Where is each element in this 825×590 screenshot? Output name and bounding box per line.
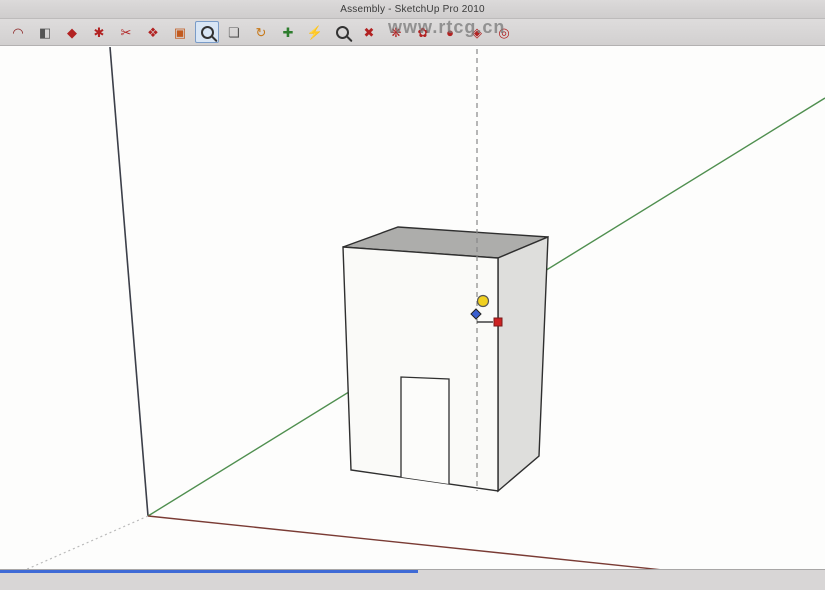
delete-tool-glyph: ✖ [364, 26, 375, 39]
label-tool-icon[interactable]: ❏ [222, 21, 246, 43]
move-tool-glyph: ✚ [283, 26, 294, 39]
magnifier-icon [336, 26, 349, 39]
section-tool-icon[interactable]: ◈ [465, 21, 489, 43]
negative-axis-dotted [0, 516, 148, 570]
toolbar: ◠ ◧ ◆ ✱ ✂ ❖ ▣ ❏ ↻ ✚ ⚡ ✖ ❋ ✿ ● ◈ ◎ [0, 19, 825, 46]
move-tool-icon[interactable]: ✚ [276, 21, 300, 43]
rotate-tool-icon[interactable]: ✱ [87, 21, 111, 43]
door-opening[interactable] [401, 377, 449, 484]
style-tool-icon[interactable]: ● [438, 21, 462, 43]
sketchup-window: Assembly - SketchUp Pro 2010 ◠ ◧ ◆ ✱ ✂ ❖ ▣ ❏ ↻ ✚ ⚡… [0, 0, 825, 590]
cut-tool-glyph: ✂ [121, 26, 132, 39]
offset-tool-glyph: ❖ [147, 26, 159, 39]
viewport-canvas[interactable] [0, 47, 825, 570]
delete-tool-icon[interactable]: ✖ [357, 21, 381, 43]
follow-me-tool-icon[interactable]: ⚡ [303, 21, 327, 43]
materials-tool-icon[interactable]: ✿ [411, 21, 435, 43]
cursor-yellow-circle-icon [478, 296, 489, 307]
magnifier-icon [201, 26, 214, 39]
title-bar: Assembly - SketchUp Pro 2010 [0, 0, 825, 19]
red-axis [148, 516, 825, 570]
rectangle-tool-glyph: ▣ [174, 26, 186, 39]
cut-tool-icon[interactable]: ✂ [114, 21, 138, 43]
section-tool-glyph: ◈ [472, 26, 482, 39]
rectangle-tool-icon[interactable]: ▣ [168, 21, 192, 43]
components-tool-glyph: ❋ [391, 26, 402, 39]
status-accent-strip [0, 570, 418, 573]
eraser-tool-glyph: ◆ [67, 26, 77, 39]
follow-me-tool-glyph: ⚡ [307, 26, 323, 39]
eraser-tool-icon[interactable]: ◆ [60, 21, 84, 43]
zoom-tool-icon[interactable] [195, 21, 219, 43]
cursor-red-square-icon [494, 318, 502, 326]
arc-tool-glyph: ◠ [12, 26, 23, 39]
style-tool-glyph: ● [446, 26, 454, 39]
offset-tool-icon[interactable]: ❖ [141, 21, 165, 43]
walk-tool-icon[interactable]: ◎ [492, 21, 516, 43]
paint-swatch-tool-icon[interactable]: ◧ [33, 21, 57, 43]
orbit-tool-glyph: ↻ [256, 26, 267, 39]
paint-swatch-tool-glyph: ◧ [39, 26, 51, 39]
blue-axis [110, 47, 148, 516]
components-tool-icon[interactable]: ❋ [384, 21, 408, 43]
window-title: Assembly - SketchUp Pro 2010 [340, 4, 485, 15]
box-right-face[interactable] [498, 237, 548, 491]
materials-tool-glyph: ✿ [418, 26, 429, 39]
rotate-tool-glyph: ✱ [94, 26, 105, 39]
label-tool-glyph: ❏ [228, 26, 240, 39]
status-bar [0, 569, 825, 590]
zoom-window-tool-icon[interactable] [330, 21, 354, 43]
arc-tool-icon[interactable]: ◠ [6, 21, 30, 43]
orbit-tool-icon[interactable]: ↻ [249, 21, 273, 43]
model-viewport[interactable] [0, 47, 825, 570]
walk-tool-glyph: ◎ [498, 26, 509, 39]
